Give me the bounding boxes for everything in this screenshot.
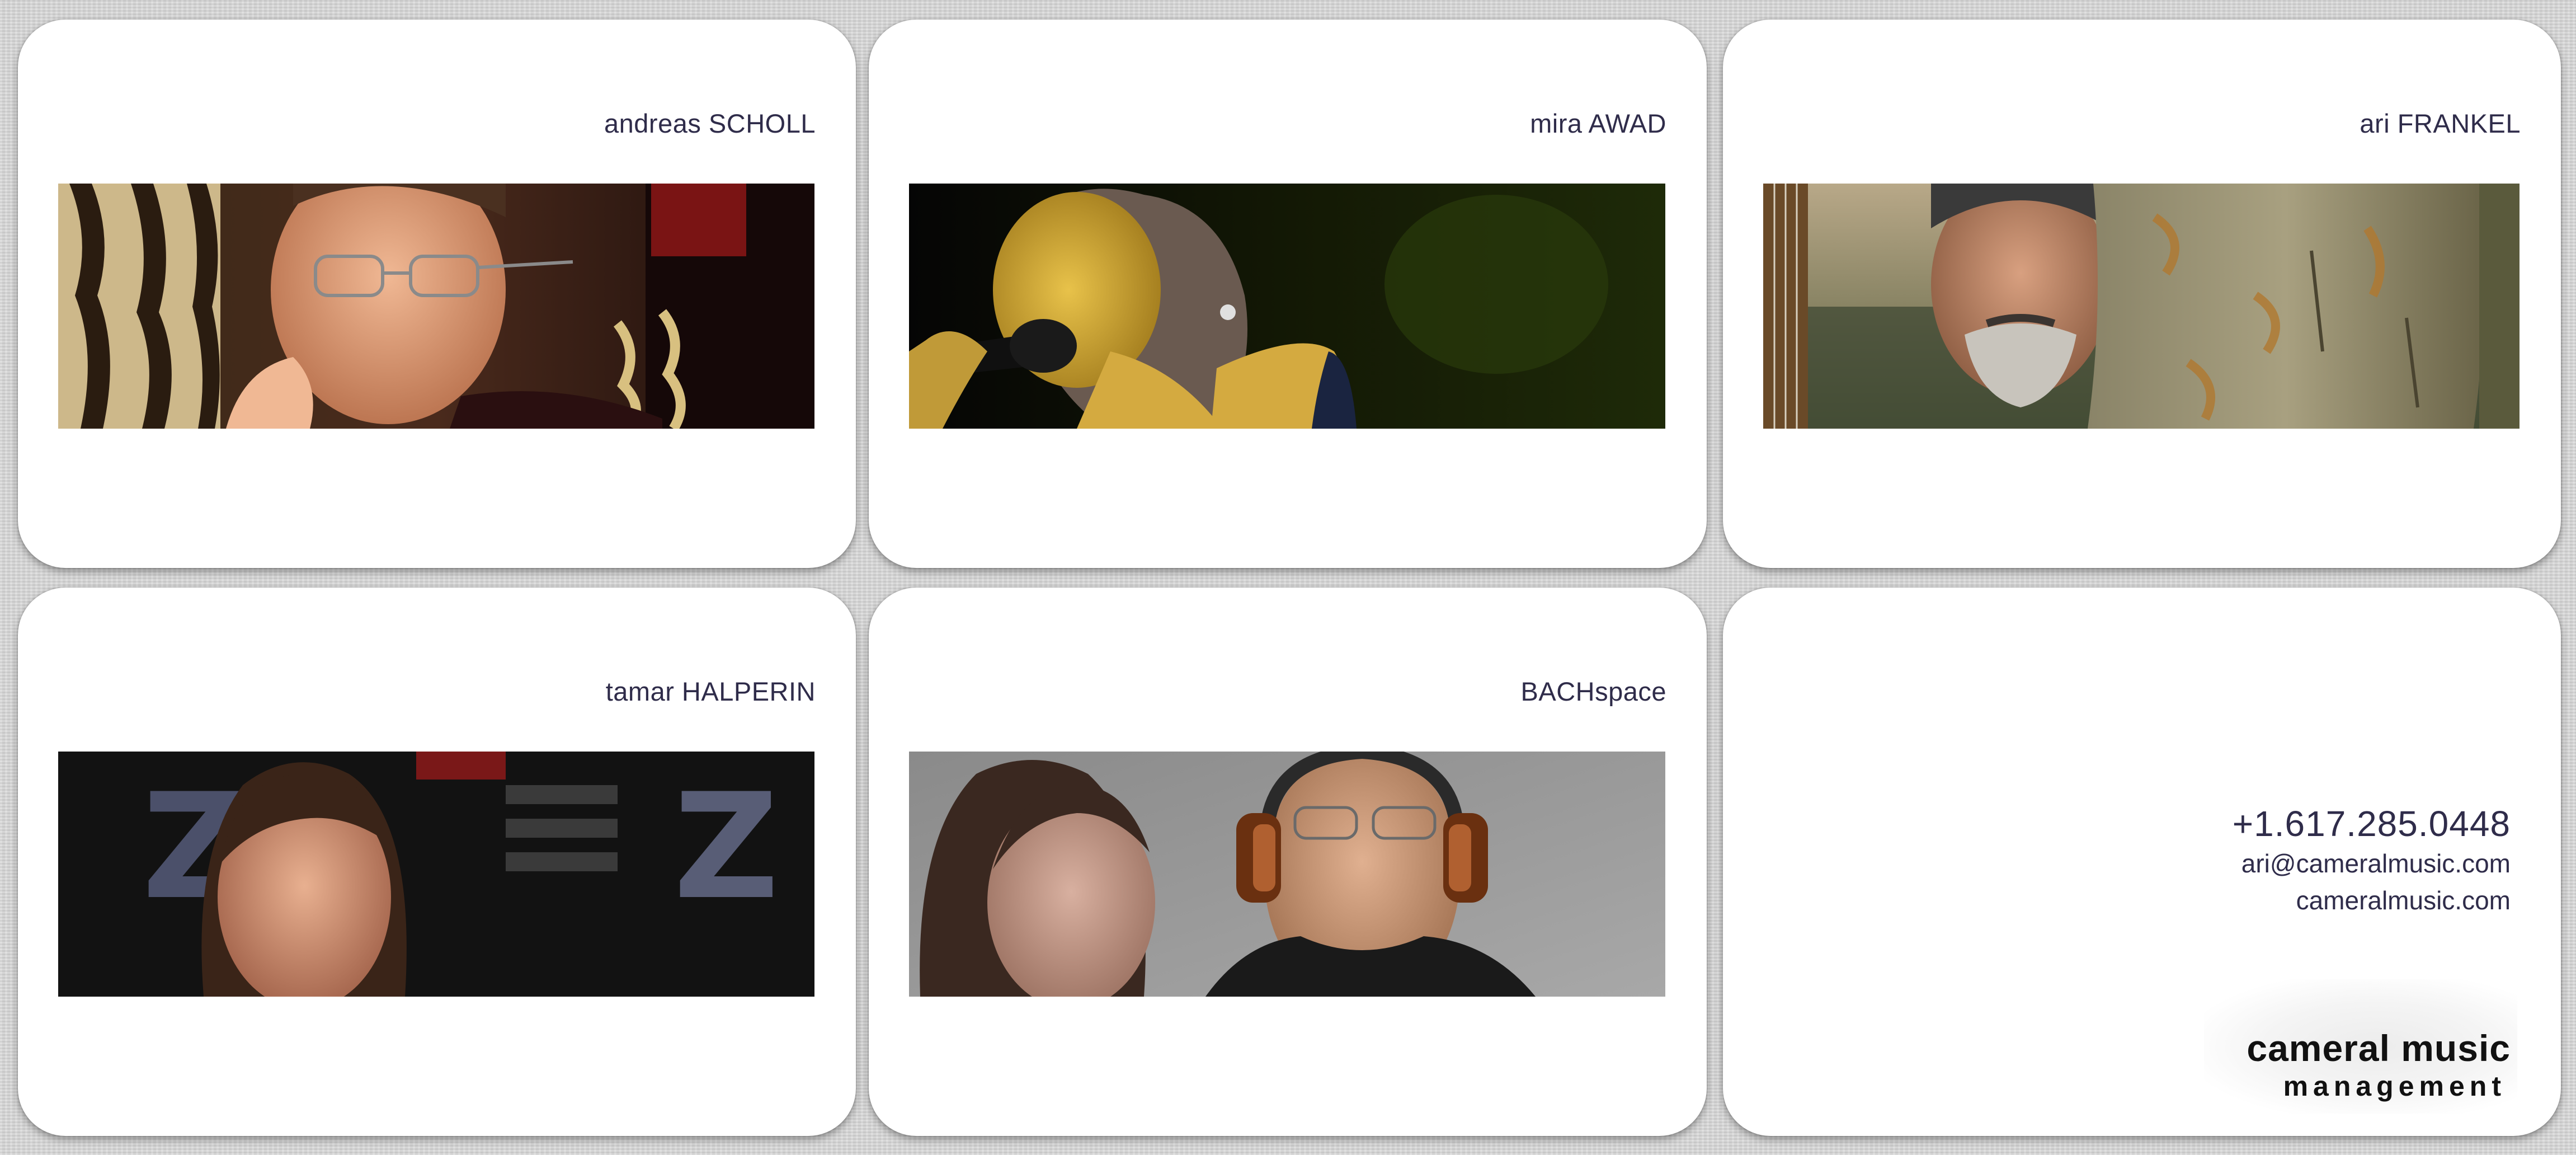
email-link[interactable]: ari@cameralmusic.com (2241, 848, 2511, 879)
artist-card-ari-frankel[interactable]: ari FRANKEL (1723, 20, 2561, 568)
artist-photo (909, 184, 1665, 429)
logo-text-line2: management (2283, 1071, 2506, 1102)
contact-card: +1.617.285.0448 ari@cameralmusic.com cam… (1723, 588, 2561, 1136)
artist-card-mira-awad[interactable]: mira AWAD (869, 20, 1707, 568)
phone-number[interactable]: +1.617.285.0448 (2233, 803, 2511, 844)
artist-name: ari FRANKEL (2360, 109, 2521, 138)
artist-name: tamar HALPERIN (605, 677, 816, 706)
artist-photo (1763, 184, 2520, 429)
logo-text-line1: cameral music (2247, 1027, 2511, 1069)
artist-photo (909, 752, 1665, 997)
artist-name: BACHspace (1520, 677, 1666, 706)
artist-card-bachspace[interactable]: BACHspace (869, 588, 1707, 1136)
artist-card-andreas-scholl[interactable]: andreas SCHOLL (18, 20, 856, 568)
artist-name: andreas SCHOLL (604, 109, 816, 138)
artist-card-tamar-halperin[interactable]: tamar HALPERIN Z Z (18, 588, 856, 1136)
artist-photo: Z Z (58, 752, 814, 997)
website-link[interactable]: cameralmusic.com (2296, 885, 2511, 915)
artist-name: mira AWAD (1530, 109, 1666, 138)
artist-photo (58, 184, 814, 429)
svg-text:Z: Z (674, 763, 779, 932)
